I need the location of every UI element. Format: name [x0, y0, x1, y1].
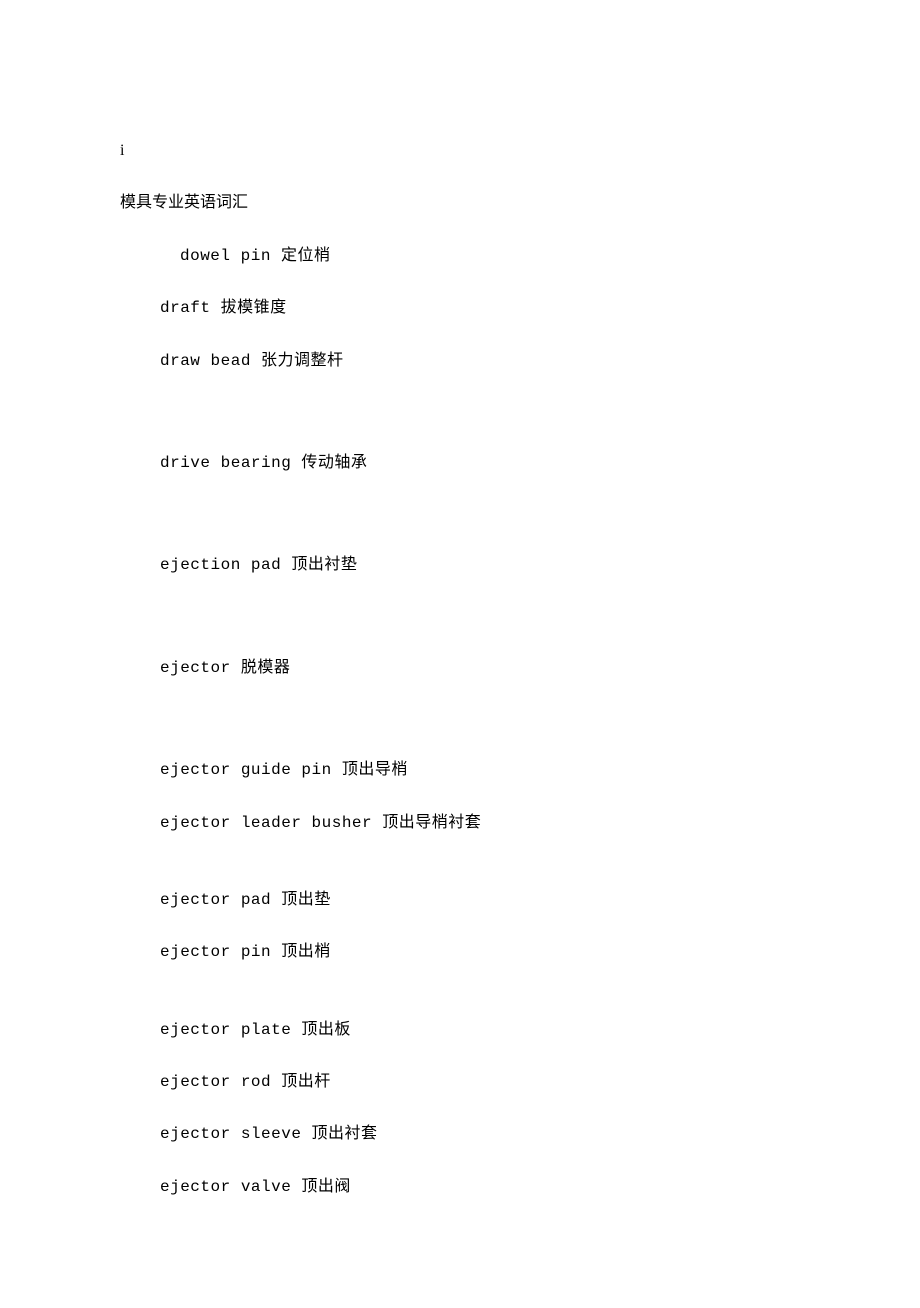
vocabulary-entry: ejector 脱模器: [120, 657, 800, 679]
vocabulary-entry: ejector guide pin 顶出导梢: [120, 759, 800, 781]
vocabulary-entry: ejector pad 顶出垫: [120, 889, 800, 911]
document-page: i 模具专业英语词汇 dowel pin 定位梢 draft 拔模锥度 draw b…: [0, 0, 920, 1308]
page-marker: i: [120, 140, 800, 162]
vocabulary-entry: ejector valve 顶出阀: [120, 1176, 800, 1198]
vocabulary-entry: ejector plate 顶出板: [120, 1019, 800, 1041]
vocabulary-entry: draw bead 张力调整杆: [120, 350, 800, 372]
vocabulary-entry: draft 拔模锥度: [120, 297, 800, 319]
vocabulary-entry: ejector pin 顶出梢: [120, 941, 800, 963]
vocabulary-entry: ejector rod 顶出杆: [120, 1071, 800, 1093]
vocabulary-entry: dowel pin 定位梢: [120, 245, 800, 267]
vocabulary-entry: drive bearing 传动轴承: [120, 452, 800, 474]
vocabulary-entry: ejection pad 顶出衬垫: [120, 554, 800, 576]
vocabulary-list: dowel pin 定位梢 draft 拔模锥度 draw bead 张力调整杆 dr…: [120, 245, 800, 1198]
vocabulary-entry: ejector sleeve 顶出衬套: [120, 1123, 800, 1145]
vocabulary-entry: ejector leader busher 顶出导梢衬套: [120, 812, 800, 834]
document-title: 模具专业英语词汇: [120, 192, 800, 214]
